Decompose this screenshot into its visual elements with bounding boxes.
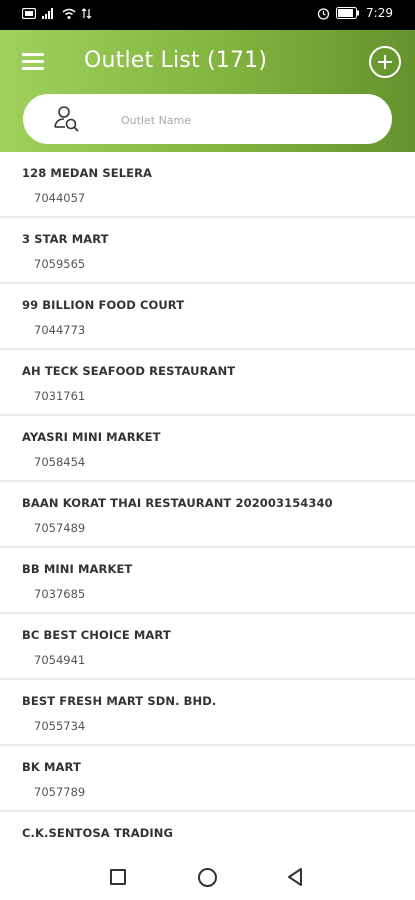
outlet-row[interactable]: BEST FRESH MART SDN. BHD. 7055734 [0, 680, 415, 746]
outlet-name: 128 MEDAN SELERA [22, 166, 153, 180]
outlet-name: AYASRI MINI MARKET [22, 430, 161, 444]
outlet-code: 7057789 [34, 785, 86, 799]
search-bar[interactable] [23, 94, 392, 144]
sim-card-icon [22, 7, 36, 19]
outlet-code: 7055734 [34, 719, 86, 733]
status-left-icons [22, 7, 92, 19]
outlet-name: 99 BILLION FOOD COURT [22, 298, 185, 312]
user-search-icon[interactable] [53, 105, 79, 133]
outlet-name: BAAN KORAT THAI RESTAURANT 202003154340 [22, 496, 333, 510]
wifi-icon [62, 8, 76, 19]
outlet-row[interactable]: 99 BILLION FOOD COURT 7044773 [0, 284, 415, 350]
outlet-row[interactable]: BC BEST CHOICE MART 7054941 [0, 614, 415, 680]
status-right-icons: 7:29 [317, 6, 393, 20]
system-nav-bar [0, 852, 415, 900]
home-circle-icon[interactable] [198, 868, 217, 887]
signal-icon [42, 8, 53, 19]
app-header: Outlet List (171) [0, 30, 415, 152]
battery-icon [336, 7, 360, 19]
outlet-name: 3 STAR MART [22, 232, 109, 246]
outlet-row[interactable]: 128 MEDAN SELERA 7044057 [0, 152, 415, 218]
outlet-name: BC BEST CHOICE MART [22, 628, 171, 642]
outlet-name: BEST FRESH MART SDN. BHD. [22, 694, 217, 708]
outlet-code: 7054941 [34, 653, 86, 667]
outlet-code: 7037685 [34, 587, 86, 601]
outlet-row[interactable]: AH TECK SEAFOOD RESTAURANT 7031761 [0, 350, 415, 416]
hamburger-menu-icon[interactable] [22, 50, 44, 72]
recent-apps-square-icon[interactable] [110, 869, 126, 885]
alarm-icon [317, 7, 330, 20]
data-arrows-icon [82, 7, 92, 19]
outlet-name: AH TECK SEAFOOD RESTAURANT [22, 364, 236, 378]
outlet-row[interactable]: C.K.SENTOSA TRADING [0, 812, 415, 852]
back-triangle-icon[interactable] [285, 867, 305, 887]
outlet-row[interactable]: AYASRI MINI MARKET 7058454 [0, 416, 415, 482]
outlet-code: 7031761 [34, 389, 86, 403]
outlet-code: 7059565 [34, 257, 86, 271]
outlet-row[interactable]: BK MART 7057789 [0, 746, 415, 812]
outlet-row[interactable]: BAAN KORAT THAI RESTAURANT 202003154340 … [0, 482, 415, 548]
page-title: Outlet List (171) [84, 48, 268, 73]
outlet-row[interactable]: BB MINI MARKET 7037685 [0, 548, 415, 614]
outlet-code: 7044773 [34, 323, 86, 337]
outlet-name-search-input[interactable] [119, 108, 373, 132]
outlet-code: 7057489 [34, 521, 86, 535]
outlet-name: C.K.SENTOSA TRADING [22, 826, 174, 840]
add-outlet-button[interactable] [369, 46, 401, 78]
outlet-code: 7044057 [34, 191, 86, 205]
status-time: 7:29 [366, 6, 393, 20]
outlet-name: BB MINI MARKET [22, 562, 133, 576]
outlet-code: 7058454 [34, 455, 86, 469]
outlet-row[interactable]: 3 STAR MART 7059565 [0, 218, 415, 284]
status-bar: 7:29 [0, 0, 415, 30]
outlet-name: BK MART [22, 760, 81, 774]
outlet-list[interactable]: 128 MEDAN SELERA 7044057 3 STAR MART 705… [0, 152, 415, 852]
